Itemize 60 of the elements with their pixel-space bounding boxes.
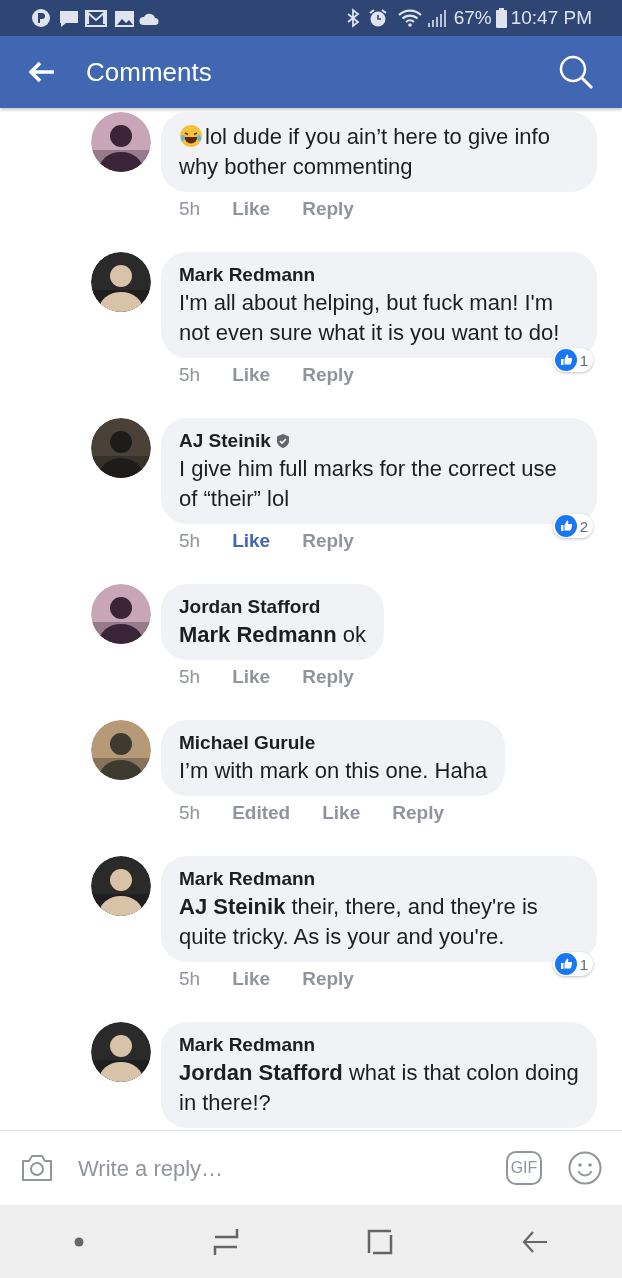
reaction-count: 1 bbox=[579, 956, 588, 972]
recent-apps-icon[interactable] bbox=[212, 1227, 239, 1256]
reaction-count-badge[interactable]: 2 bbox=[552, 514, 593, 538]
battery-icon bbox=[495, 8, 507, 28]
reaction-count: 2 bbox=[579, 518, 588, 534]
home-icon[interactable] bbox=[367, 1228, 394, 1255]
thumbs-up-icon bbox=[554, 953, 577, 975]
wifi-icon bbox=[397, 9, 422, 27]
comment-time: 5h bbox=[179, 665, 201, 689]
reaction-count-badge[interactable]: 1 bbox=[552, 348, 593, 372]
reply-link[interactable]: Reply bbox=[302, 362, 354, 388]
search-icon[interactable] bbox=[558, 54, 594, 90]
commenter-name[interactable]: Jordan Stafford bbox=[179, 594, 321, 620]
comment-text: I give him full marks for the correct use of “their” lol bbox=[179, 455, 558, 513]
bluetooth-icon bbox=[345, 8, 360, 28]
commenter-name[interactable]: Mark Redmann bbox=[179, 262, 316, 288]
like-link[interactable]: Like bbox=[232, 196, 271, 222]
edited-label: Edited bbox=[232, 801, 291, 825]
comment-time: 5h bbox=[179, 801, 201, 825]
comment-text: lol dude if you ain’t here to give info why bother commenting bbox=[179, 123, 551, 181]
like-link[interactable]: Like bbox=[322, 800, 361, 826]
comment-time: 5h bbox=[179, 363, 201, 387]
clock-time: 10:47 PM bbox=[510, 5, 592, 30]
camera-icon[interactable] bbox=[20, 1153, 54, 1183]
back-nav-icon[interactable] bbox=[521, 1229, 548, 1254]
header-title: Comments bbox=[86, 55, 212, 89]
reaction-count: 1 bbox=[579, 352, 588, 368]
commenter-name[interactable]: Mark Redmann bbox=[179, 1032, 316, 1058]
commenter-name[interactable]: Mark Redmann bbox=[179, 866, 316, 892]
reply-link[interactable]: Reply bbox=[302, 966, 354, 992]
reply-link[interactable]: Reply bbox=[302, 196, 354, 222]
comment-text: Jordan Stafford what is that colon doing in there!? bbox=[179, 1059, 579, 1117]
comment-time: 5h bbox=[179, 967, 201, 991]
comment-text: AJ Steinik their, there, and they're is quite tricky. As is your and you're. bbox=[179, 893, 539, 951]
alarm-icon bbox=[367, 8, 388, 28]
like-link[interactable]: Like bbox=[232, 528, 271, 554]
laughing-emoji-icon bbox=[179, 124, 203, 148]
like-link[interactable]: Like bbox=[232, 966, 271, 992]
signal-icon bbox=[425, 9, 446, 27]
reply-link[interactable]: Reply bbox=[302, 528, 354, 554]
commenter-name[interactable]: Michael Gurule bbox=[179, 730, 316, 756]
comment-time: 5h bbox=[179, 529, 201, 553]
gif-button[interactable]: GIF bbox=[506, 1151, 542, 1185]
reaction-count-badge[interactable]: 1 bbox=[552, 952, 593, 976]
comment-text: Mark Redmann ok bbox=[179, 621, 367, 649]
dot-icon[interactable] bbox=[74, 1236, 85, 1247]
commenter-name[interactable]: AJ Steinik bbox=[179, 428, 271, 454]
like-link[interactable]: Like bbox=[232, 362, 271, 388]
reply-input-field[interactable]: Write a reply… bbox=[78, 1151, 506, 1185]
thumbs-up-icon bbox=[554, 515, 577, 537]
reply-link[interactable]: Reply bbox=[302, 664, 354, 690]
like-link[interactable]: Like bbox=[232, 664, 271, 690]
comment-text: I'm all about helping, but fuck man! I'm not even sure what it is you want to do! bbox=[179, 289, 561, 347]
comment-time: 5h bbox=[179, 197, 201, 221]
back-icon[interactable] bbox=[28, 61, 56, 83]
comment-text: I’m with mark on this one. Haha bbox=[179, 757, 488, 785]
reply-link[interactable]: Reply bbox=[392, 800, 444, 826]
thumbs-up-icon bbox=[554, 349, 577, 371]
battery-percentage: 67% bbox=[453, 5, 492, 30]
emoji-icon[interactable] bbox=[568, 1151, 602, 1185]
